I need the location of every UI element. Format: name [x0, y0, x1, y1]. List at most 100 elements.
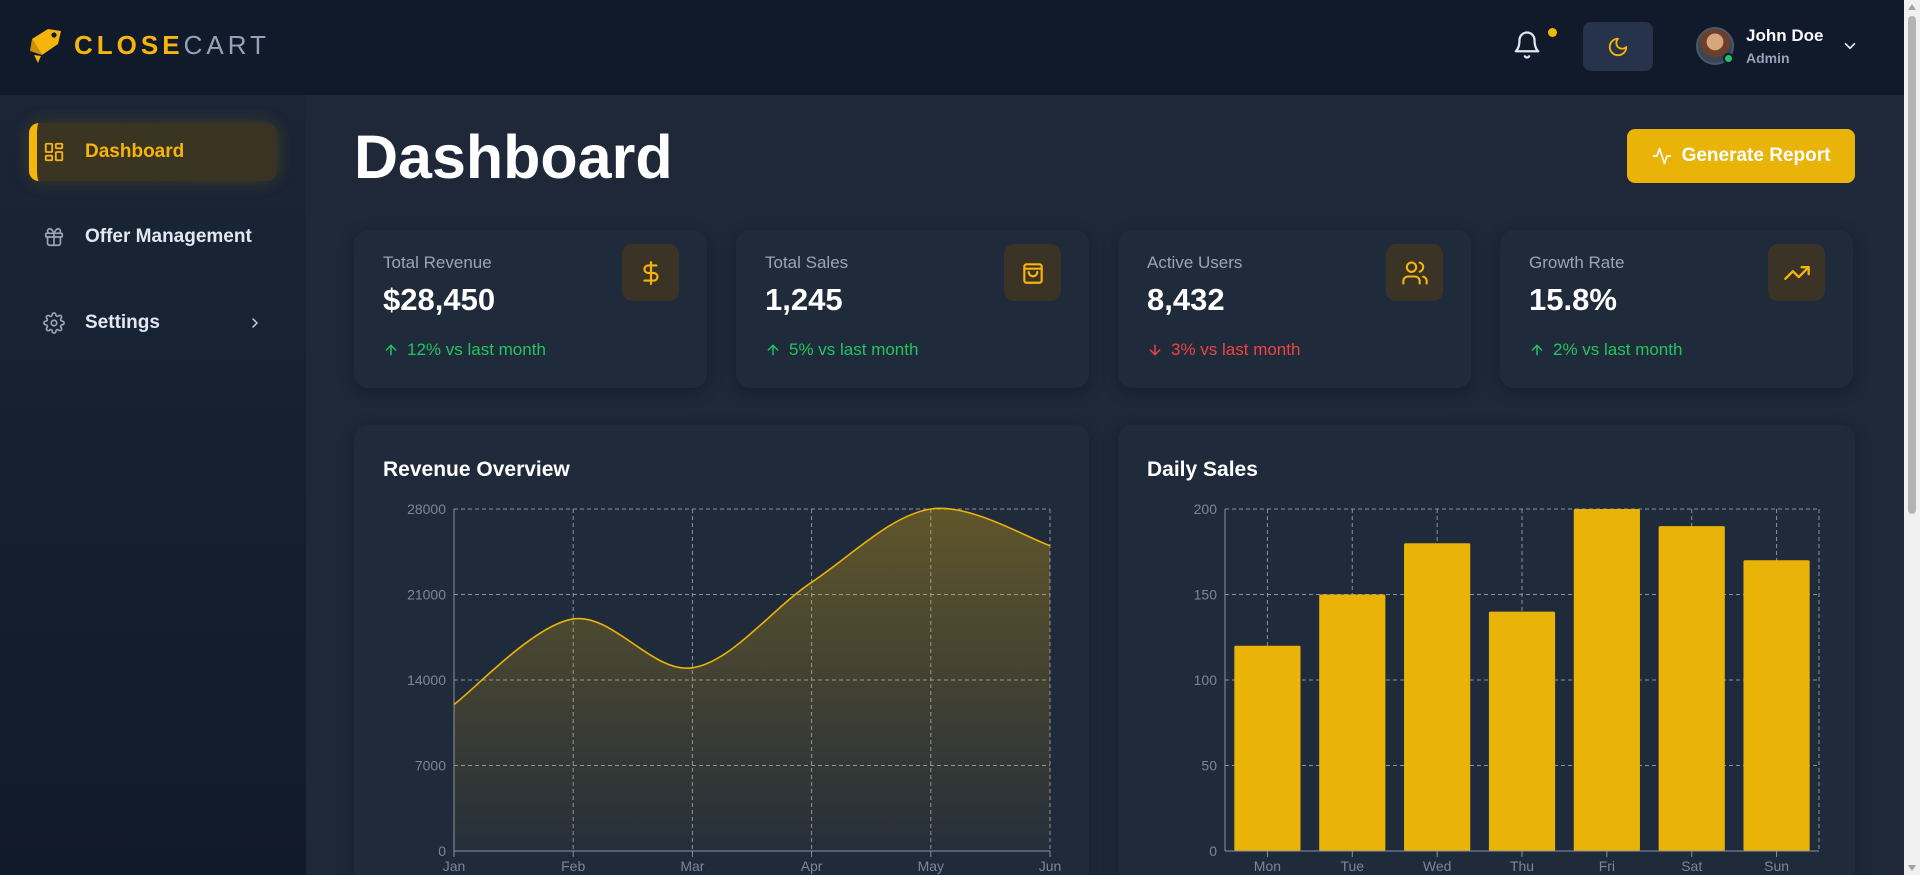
arrow-down-icon [1149, 344, 1161, 356]
stat-label: Total Revenue [383, 253, 492, 272]
theme-toggle-button[interactable] [1583, 22, 1653, 71]
arrow-up-icon [767, 344, 779, 356]
x-tick-label: Wed [1423, 858, 1452, 874]
y-tick-label: 200 [1194, 501, 1218, 517]
x-tick-label: Feb [561, 858, 585, 874]
user-menu[interactable]: John Doe Admin [1696, 26, 1859, 66]
top-bar: CLOSECART John Doe Admin [0, 0, 1904, 95]
gift-icon [44, 227, 64, 247]
stat-label: Growth Rate [1529, 253, 1625, 272]
page-title: Dashboard [354, 123, 673, 191]
sales-bar-tue [1319, 594, 1386, 851]
y-tick-label: 7000 [415, 758, 446, 774]
notification-badge [1548, 28, 1557, 37]
sidebar-item-label: Dashboard [85, 141, 185, 162]
brand-name: CLOSECART [74, 30, 270, 61]
sales-bar-sun [1743, 560, 1810, 851]
arrow-up-icon [1531, 344, 1543, 356]
stat-card-total-revenue: Total Revenue $28,450 12% vs last month [354, 230, 707, 388]
x-tick-label: Mar [680, 858, 704, 874]
y-tick-label: 0 [438, 843, 446, 859]
brand-logo[interactable]: CLOSECART [28, 25, 270, 65]
y-tick-label: 14000 [407, 672, 446, 688]
scrollbar-thumb[interactable] [1908, 16, 1916, 514]
stat-card-active-users: Active Users 8,432 3% vs last month [1118, 230, 1471, 388]
y-tick-label: 0 [1209, 843, 1217, 859]
dashboard-grid-icon [44, 142, 64, 162]
page-scrollbar[interactable] [1904, 0, 1920, 875]
sidebar: Dashboard Offer Management Settings [0, 95, 306, 875]
sidebar-item-label: Settings [85, 312, 160, 333]
sales-bar-mon [1234, 645, 1301, 851]
tag-logo-icon [30, 29, 61, 63]
x-tick-label: Fri [1599, 858, 1615, 874]
generate-report-label: Generate Report [1681, 145, 1831, 166]
sales-bar-thu [1488, 611, 1556, 851]
sales-bar-sat [1658, 526, 1725, 851]
daily-sales-panel: Daily Sales 0 50 100 150 200 Mon Tue Wed Thu Fri S… [1118, 425, 1855, 875]
stat-card-total-sales: Total Sales 1,245 5% vs last month [736, 230, 1089, 388]
chevron-right-icon [252, 318, 258, 328]
stat-label: Active Users [1147, 253, 1243, 272]
shopping-bag-icon [1004, 244, 1061, 301]
stat-trend: 2% vs last month [1529, 340, 1682, 360]
stat-card-growth-rate: Growth Rate 15.8% 2% vs last month [1500, 230, 1853, 388]
sales-bar-fri [1573, 509, 1640, 851]
user-role: Admin [1746, 50, 1790, 66]
x-tick-label: May [918, 858, 944, 874]
stat-value: 8,432 [1147, 282, 1225, 317]
revenue-overview-panel: Revenue Overview 0 7000 14000 21000 28000 Jan… [354, 425, 1089, 875]
sales-bar-wed [1404, 543, 1471, 851]
x-tick-label: Tue [1340, 858, 1364, 874]
stat-trend-text: 2% vs last month [1553, 340, 1683, 359]
x-tick-label: Apr [801, 858, 823, 874]
sidebar-item-label: Offer Management [85, 226, 252, 247]
stat-value: 1,245 [765, 282, 843, 317]
users-icon [1386, 244, 1443, 301]
stat-trend-text: 12% vs last month [407, 340, 546, 359]
x-tick-label: Mon [1254, 858, 1281, 874]
y-tick-label: 28000 [407, 501, 446, 517]
trending-up-icon [1768, 244, 1825, 301]
scroll-up-arrow[interactable] [1908, 4, 1916, 10]
x-tick-label: Thu [1510, 858, 1534, 874]
stat-trend: 12% vs last month [383, 340, 546, 360]
y-tick-label: 50 [1201, 758, 1217, 774]
user-name: John Doe [1746, 26, 1824, 45]
brand-name-part2: CART [183, 29, 270, 60]
dollar-icon [622, 244, 679, 301]
stat-trend-text: 3% vs last month [1171, 340, 1301, 359]
x-tick-label: Sun [1764, 858, 1789, 874]
activity-icon [1652, 147, 1671, 165]
generate-report-button[interactable]: Generate Report [1627, 129, 1855, 183]
stat-trend: 5% vs last month [765, 340, 918, 360]
arrow-up-icon [385, 344, 397, 356]
revenue-area-chart: 0 7000 14000 21000 28000 Jan Feb Mar Apr May Jun [407, 501, 1062, 874]
x-tick-label: Sat [1681, 858, 1702, 874]
x-tick-label: Jan [443, 858, 466, 874]
gear-icon [43, 312, 65, 334]
user-info: John Doe Admin [1746, 26, 1823, 66]
y-tick-label: 150 [1194, 587, 1218, 603]
stat-label: Total Sales [765, 253, 849, 272]
scroll-down-arrow[interactable] [1908, 865, 1916, 871]
x-tick-label: Jun [1039, 858, 1062, 874]
online-status-dot [1723, 53, 1734, 64]
bell-icon[interactable] [1512, 30, 1542, 60]
stat-value: $28,450 [383, 282, 496, 317]
brand-name-part1: CLOSE [74, 29, 184, 60]
daily-sales-bar-chart: 0 50 100 150 200 Mon Tue Wed Thu Fri Sat Sun [1194, 501, 1820, 874]
main-content: Dashboard Generate Report Total Revenue … [306, 95, 1904, 875]
y-tick-label: 100 [1194, 672, 1218, 688]
sidebar-item-dashboard[interactable]: Dashboard [29, 123, 277, 181]
avatar [1696, 27, 1734, 65]
chevron-down-icon[interactable] [1841, 37, 1859, 55]
revenue-area-fill [454, 508, 1050, 851]
sidebar-item-settings[interactable]: Settings [29, 294, 277, 352]
sidebar-item-offer-management[interactable]: Offer Management [29, 208, 277, 266]
y-tick-label: 21000 [407, 587, 446, 603]
stat-trend-text: 5% vs last month [789, 340, 919, 359]
stat-value: 15.8% [1529, 282, 1617, 317]
stat-trend: 3% vs last month [1147, 340, 1300, 360]
moon-icon [1608, 37, 1628, 56]
